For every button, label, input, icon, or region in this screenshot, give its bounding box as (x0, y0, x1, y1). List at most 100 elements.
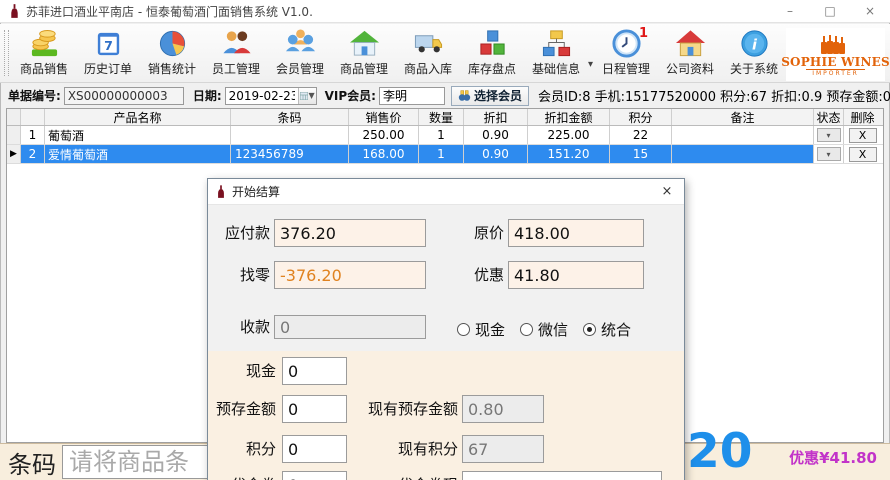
change-input[interactable] (274, 261, 426, 289)
cash-label: 现金 (245, 362, 276, 380)
wine-bottle-icon (11, 3, 18, 18)
close-button[interactable]: × (850, 0, 890, 22)
prepaid-balance-label: 现有预存金额 (367, 400, 458, 418)
toolbar-item-sales-stats[interactable]: 销售统计 (140, 28, 204, 77)
schedule-badge: 1 (638, 26, 649, 41)
toolbar-item-label: 关于系统 (730, 62, 779, 76)
toolbar-gripper (4, 30, 9, 76)
total-amount-partial: 20 (687, 424, 753, 479)
received-input[interactable] (274, 315, 426, 339)
vip-member-input[interactable] (378, 86, 445, 105)
table-row-selected[interactable]: ▶ 2 爱情葡萄酒 123456789 168.00 1 0.90 151.20… (7, 145, 883, 164)
coins-icon (31, 30, 57, 57)
member-info: 会员ID:8 手机:15177520000 积分:67 折扣:0.9 预存金额:… (538, 90, 890, 105)
toolbar-item-staff-management[interactable]: 员工管理 (204, 28, 268, 77)
prepaid-balance-input[interactable] (462, 395, 544, 423)
payable-input[interactable] (274, 219, 426, 247)
toolbar-item-order-history[interactable]: 7 历史订单 (76, 28, 140, 77)
cell-discount: 0.90 (464, 126, 528, 144)
radio-cash[interactable]: 现金 (457, 319, 505, 340)
cell-note (672, 126, 814, 144)
brand-logo: SOPHIE WINES IMPORTER (781, 28, 890, 81)
cell-barcode: 123456789 (231, 145, 349, 163)
cell-qty: 1 (419, 126, 464, 144)
date-field: ▼ (224, 86, 317, 105)
cell-note (672, 145, 814, 163)
discount-total: 优惠¥41.80 (789, 449, 877, 467)
header-delete: 删除 (850, 110, 875, 125)
dialog-title: 开始结算 (232, 185, 281, 199)
order-no-input[interactable] (63, 86, 184, 105)
toolbar-item-label: 员工管理 (211, 62, 260, 76)
date-dropdown-button[interactable]: ▼ (297, 87, 316, 104)
minimize-button[interactable]: – (770, 0, 810, 22)
points-input[interactable] (282, 435, 347, 463)
toolbar-overflow-arrow[interactable]: ▾ (588, 59, 593, 70)
cell-discount-amount: 225.00 (528, 126, 610, 144)
prepaid-input[interactable] (282, 395, 347, 423)
voucher-cash-label: 代金券现 (348, 471, 458, 480)
barcode-label: 条码 (8, 450, 56, 479)
toolbar-item-label: 销售统计 (147, 62, 196, 76)
members-icon (285, 29, 315, 52)
toolbar-item-company-info[interactable]: 公司资料 (658, 28, 722, 77)
payment-method-radios: 现金 微信 统合 (457, 317, 631, 341)
toolbar-item-stock-in[interactable]: 商品入库 (396, 28, 460, 77)
cell-product-name: 葡萄酒 (45, 126, 231, 144)
dialog-close-button[interactable]: × (650, 179, 684, 204)
order-form-bar: 单据编号: 日期: ▼ VIP会员: 选择会员 会员ID:8 手机:151775… (0, 83, 890, 108)
cell-barcode (231, 126, 349, 144)
table-row[interactable]: 1 葡萄酒 250.00 1 0.90 225.00 22 ▾ X (7, 126, 883, 145)
received-label: 收款 (239, 318, 270, 336)
original-price-label: 原价 (473, 224, 504, 242)
points-balance-input[interactable] (462, 435, 544, 463)
radio-circle-selected (583, 322, 597, 336)
calendar-grid-icon (299, 91, 308, 100)
cell-discount-amount: 151.20 (528, 145, 610, 163)
clock-icon (611, 29, 641, 58)
date-input[interactable] (225, 87, 298, 104)
change-label: 找零 (239, 266, 270, 284)
toolbar-item-label: 商品入库 (403, 62, 452, 76)
order-no-label: 单据编号: (8, 89, 61, 103)
header-note: 备注 (672, 109, 814, 125)
maximize-button[interactable]: □ (810, 0, 850, 22)
toolbar-item-member-management[interactable]: 会员管理 (268, 28, 332, 77)
cell-points: 22 (610, 126, 672, 144)
radio-combined[interactable]: 统合 (583, 319, 631, 340)
wine-bottle-icon (218, 184, 224, 198)
radio-wechat[interactable]: 微信 (520, 319, 568, 340)
cell-points: 15 (610, 145, 672, 163)
brand-subtitle: IMPORTER (806, 68, 865, 77)
toolbar-item-inventory-check[interactable]: 库存盘点 (460, 28, 524, 77)
status-dropdown[interactable]: ▾ (816, 147, 841, 161)
toolbar-item-label: 基础信息 (531, 62, 580, 76)
cell-discount: 0.90 (464, 145, 528, 163)
row-number: 2 (21, 145, 45, 163)
discount-input[interactable] (508, 261, 644, 289)
toolbar-item-label: 库存盘点 (467, 62, 516, 76)
toolbar-item-product-management[interactable]: 商品管理 (332, 28, 396, 77)
calendar-icon: 7 (97, 32, 119, 56)
cash-input[interactable] (282, 357, 347, 385)
cell-qty: 1 (419, 145, 464, 163)
settlement-dialog: 开始结算 × 应付款 原价 找零 优惠 收款 现金 微信 统合 现金 预存金额 … (207, 178, 685, 480)
toolbar-item-schedule[interactable]: 1 日程管理 (594, 26, 658, 77)
status-dropdown[interactable]: ▾ (816, 128, 841, 142)
svg-text:7: 7 (104, 38, 113, 53)
cubes-icon (479, 30, 505, 55)
delete-button[interactable]: X (848, 146, 877, 162)
voucher-input[interactable] (282, 471, 347, 480)
points-label: 积分 (245, 440, 276, 458)
points-balance-label: 现有积分 (397, 440, 458, 458)
header-product-name: 产品名称 (45, 109, 231, 125)
toolbar-item-about[interactable]: i 关于系统 (722, 28, 786, 77)
toolbar-item-label: 公司资料 (666, 62, 715, 76)
toolbar-item-product-sales[interactable]: 商品销售 (12, 28, 76, 77)
header-qty: 数量 (419, 109, 464, 125)
select-member-button[interactable]: 选择会员 (450, 85, 529, 106)
delete-button[interactable]: X (848, 127, 877, 143)
toolbar-item-base-info[interactable]: 基础信息 (524, 28, 588, 77)
original-price-input[interactable] (508, 219, 644, 247)
voucher-cash-input[interactable] (462, 471, 662, 480)
